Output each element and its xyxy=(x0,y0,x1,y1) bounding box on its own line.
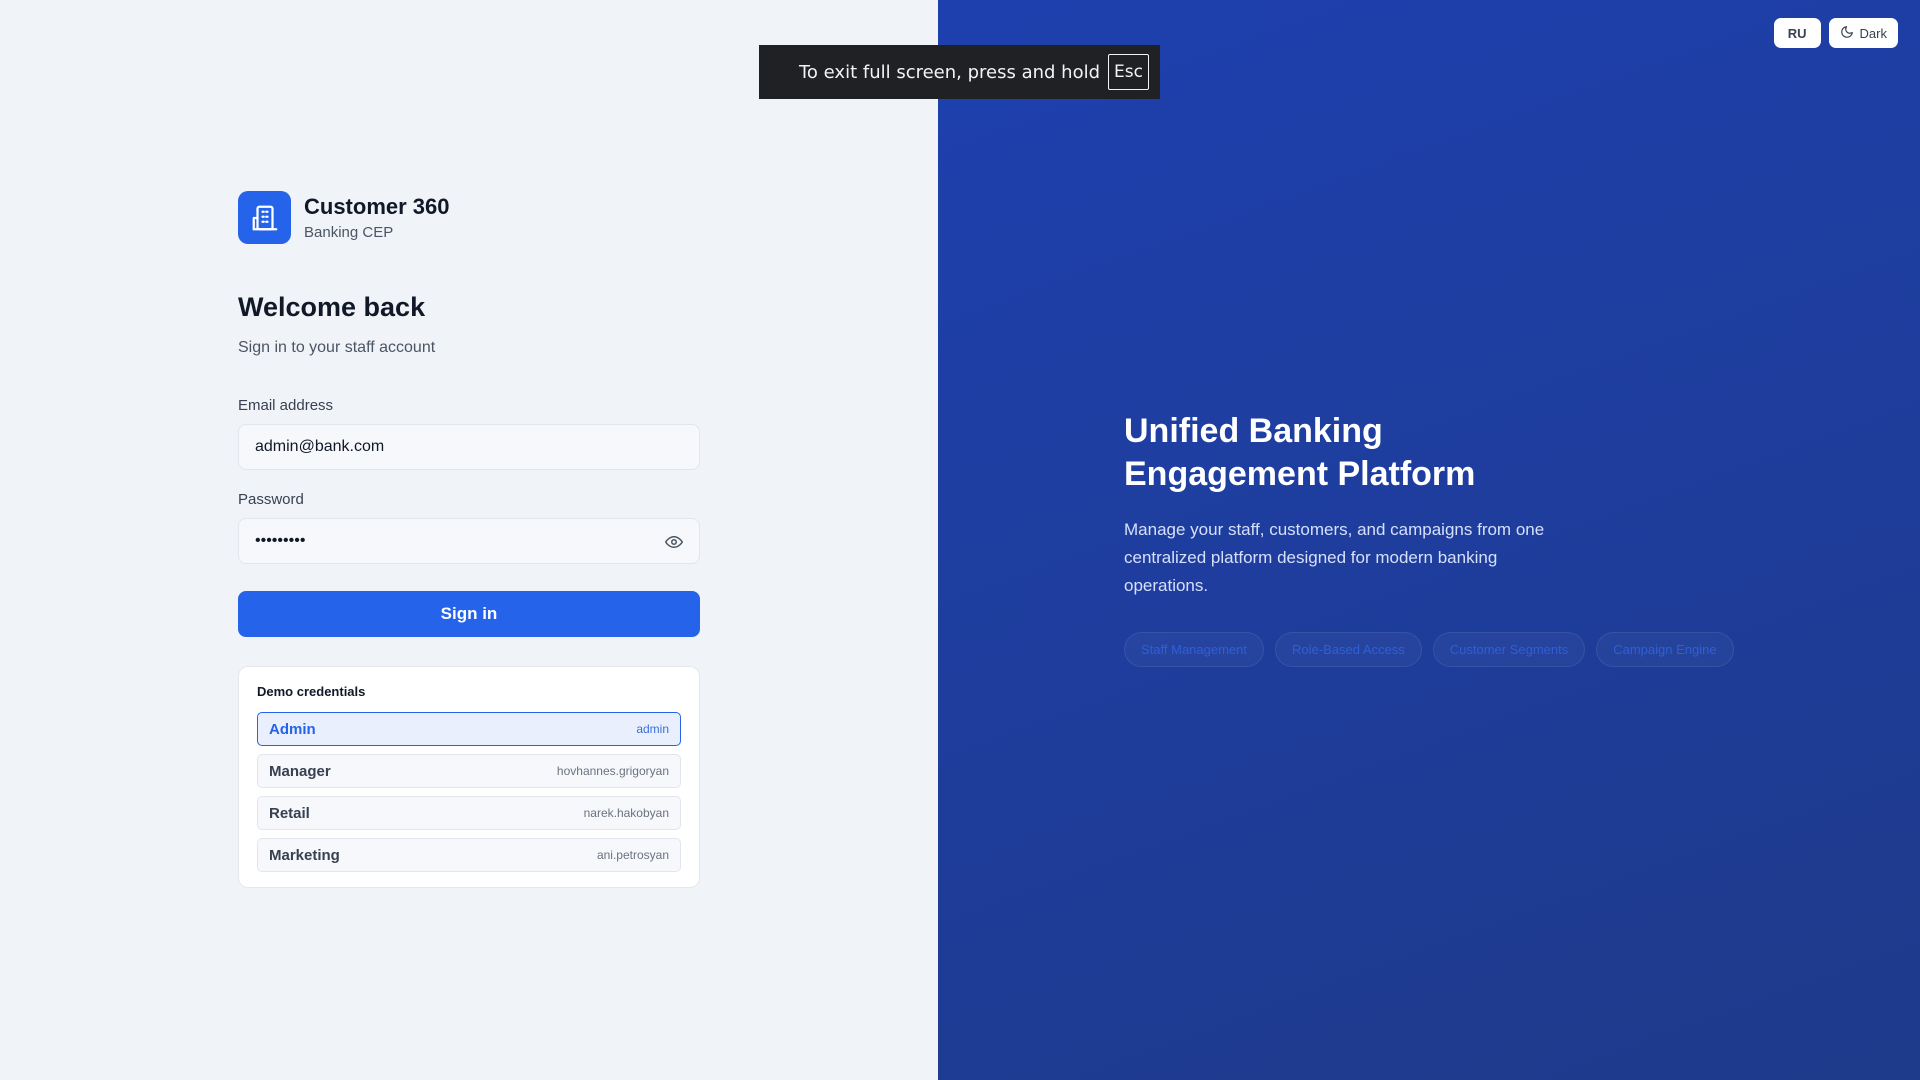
demo-credential-marketing[interactable]: Marketing ani.petrosyan xyxy=(257,838,681,872)
password-label: Password xyxy=(238,491,304,508)
email-field[interactable] xyxy=(238,424,700,470)
moon-icon xyxy=(1840,25,1854,42)
credential-username: narek.hakobyan xyxy=(583,806,669,820)
feature-chip: Staff Management xyxy=(1124,632,1264,667)
feature-chip: Campaign Engine xyxy=(1596,632,1734,667)
credential-role: Retail xyxy=(269,804,310,822)
demo-credentials-title: Demo credentials xyxy=(257,684,366,699)
sign-in-button[interactable]: Sign in xyxy=(238,591,700,637)
password-field[interactable]: ••••••••• xyxy=(238,518,700,564)
demo-credential-admin[interactable]: Admin admin xyxy=(257,712,681,746)
page-title: Welcome back xyxy=(238,292,426,322)
brand: Customer 360 Banking CEP xyxy=(238,191,450,244)
hero-title: Unified Banking Engagement Platform xyxy=(1124,410,1544,496)
hero-panel: RU Dark Unified Banking Engagement Platf… xyxy=(938,0,1920,1080)
fullscreen-toast-text: To exit full screen, press and hold xyxy=(799,61,1101,83)
password-value: ••••••••• xyxy=(255,532,306,549)
top-controls: RU Dark xyxy=(1773,18,1898,48)
hero-description: Manage your staff, customers, and campai… xyxy=(1124,520,1545,595)
brand-subtitle: Banking CEP xyxy=(304,224,394,241)
hero-title-line-1: Unified Banking xyxy=(1124,412,1383,450)
esc-key-badge: Esc xyxy=(1108,54,1149,90)
credential-username: ani.petrosyan xyxy=(596,848,669,862)
credential-username: admin xyxy=(636,722,669,736)
feature-chip: Role-Based Access xyxy=(1275,632,1422,667)
feature-chips: Staff Management Role-Based Access Custo… xyxy=(1124,632,1734,667)
feature-chip: Customer Segments xyxy=(1432,632,1586,667)
demo-credentials-card: Demo credentials Admin admin Manager hov… xyxy=(238,666,700,888)
credential-role: Marketing xyxy=(269,846,340,864)
brand-title: Customer 360 xyxy=(304,194,450,219)
email-label: Email address xyxy=(238,397,334,414)
theme-toggle-label: Dark xyxy=(1859,25,1887,41)
credential-role: Admin xyxy=(269,720,316,738)
bank-building-icon xyxy=(238,191,291,244)
theme-toggle-button[interactable]: Dark xyxy=(1828,18,1898,48)
credential-role: Manager xyxy=(269,762,331,780)
demo-credential-retail[interactable]: Retail narek.hakobyan xyxy=(257,796,681,830)
demo-credential-manager[interactable]: Manager hovhannes.grigoryan xyxy=(257,754,681,788)
login-panel: Customer 360 Banking CEP Welcome back Si… xyxy=(0,0,938,1080)
page-subtitle: Sign in to your staff account xyxy=(238,339,436,356)
hero-title-line-2: Engagement Platform xyxy=(1124,455,1476,493)
eye-icon[interactable] xyxy=(665,533,683,551)
credential-username: hovhannes.grigoryan xyxy=(556,764,669,778)
fullscreen-exit-toast: To exit full screen, press and hold Esc xyxy=(759,45,1160,99)
language-toggle-button[interactable]: RU xyxy=(1773,18,1821,48)
